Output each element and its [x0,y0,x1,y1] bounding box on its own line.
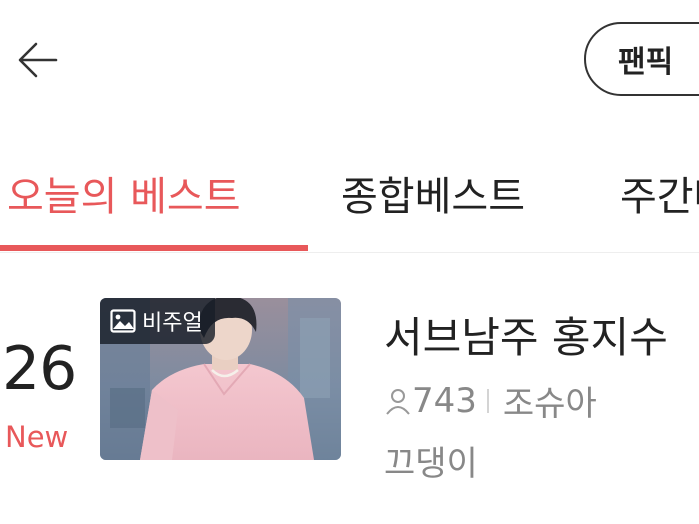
view-count: 743 [412,380,477,421]
divider [0,252,699,253]
item-meta: 743 조슈아 [384,376,597,425]
image-icon [110,309,136,333]
meta-separator [486,388,489,413]
back-button[interactable] [12,34,64,86]
rank-number: 26 [2,334,77,404]
tab-todays-best[interactable]: 오늘의 베스트 [7,164,241,222]
item-subtitle: 끄댕이 [384,444,478,484]
tab-bar: 오늘의 베스트 종합베스트 주간베스트 [0,150,699,254]
app-screen: 팬픽 오늘의 베스트 종합베스트 주간베스트 26 New [0,0,699,524]
thumbnail-badge-label: 비주얼 [142,311,203,336]
fanpick-button[interactable]: 팬픽 [584,22,699,96]
person-icon [386,388,410,415]
fanpick-label: 팬픽 [618,45,674,80]
item-title[interactable]: 서브남주 홍지수 [384,304,668,365]
rank-status-badge: New [5,420,69,454]
arrow-left-icon [18,42,58,78]
tab-weekly-best[interactable]: 주간베스트 [620,164,699,222]
author-name[interactable]: 조슈아 [503,376,597,425]
thumbnail-image[interactable]: 비주얼 [100,298,341,460]
thumbnail-badge: 비주얼 [100,298,215,344]
active-tab-indicator [0,245,308,251]
tab-overall-best[interactable]: 종합베스트 [341,164,525,222]
